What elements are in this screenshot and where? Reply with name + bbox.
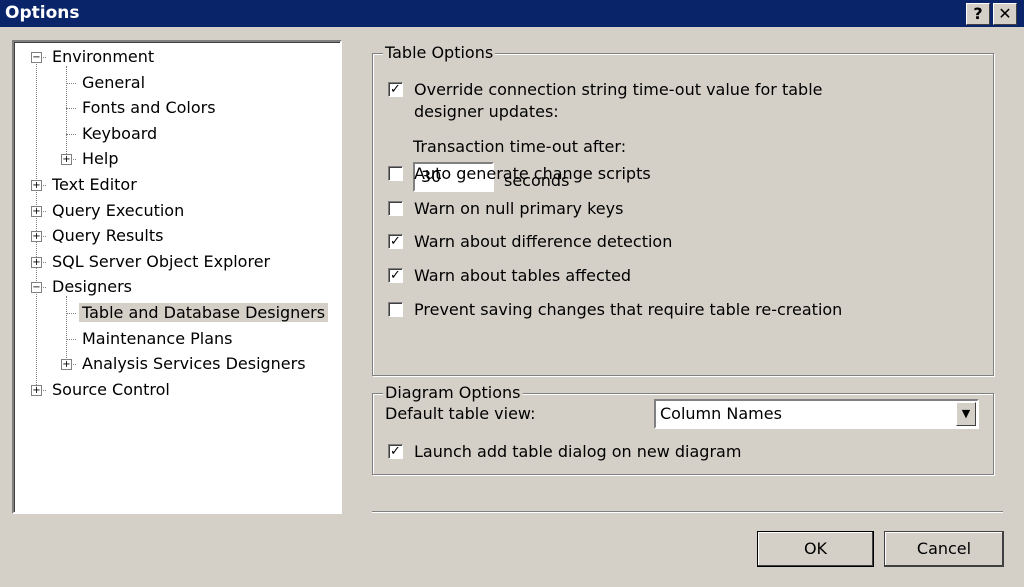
option-label: Warn about difference detection — [414, 232, 673, 251]
options-tree[interactable]: − Environment General Fonts and Colors Keybo… — [12, 40, 342, 514]
tree-item[interactable]: Text Editor — [52, 174, 137, 196]
tree-item[interactable]: General — [82, 72, 145, 94]
tree-item-label: SQL Server Object Explorer — [52, 251, 271, 271]
tree-item[interactable]: Source Control — [52, 379, 170, 401]
tree-item[interactable]: Maintenance Plans — [82, 328, 233, 350]
expand-icon[interactable]: + — [61, 154, 72, 166]
tree-item-label: Maintenance Plans — [82, 328, 233, 348]
tree-item-label: General — [82, 72, 146, 92]
override-timeout-label-2: designer updates: — [414, 102, 559, 121]
tree-item-label: Table and Database Designers — [79, 303, 329, 322]
tree-item-label: Query Execution — [52, 200, 185, 220]
tree-item[interactable]: Query Execution — [52, 200, 184, 222]
tree-line — [66, 296, 67, 366]
help-button[interactable]: ? — [966, 3, 990, 25]
expand-icon[interactable]: + — [31, 256, 42, 268]
option-label: Prevent saving changes that require tabl… — [414, 300, 843, 319]
ok-button[interactable]: OK — [757, 531, 874, 567]
collapse-icon[interactable]: − — [31, 52, 42, 63]
window-title: Options — [5, 3, 80, 23]
option-label: Auto generate change scripts — [414, 164, 651, 183]
tree-item[interactable]: Analysis Services Designers — [82, 353, 306, 375]
diagram-options-title: Diagram Options — [383, 383, 523, 402]
collapse-icon[interactable]: − — [31, 282, 42, 294]
chevron-down-icon[interactable]: ▼ — [956, 402, 976, 426]
option-label: Warn about tables affected — [414, 266, 632, 285]
option-checkbox[interactable] — [388, 201, 403, 216]
expand-icon[interactable]: + — [31, 180, 42, 191]
tree-line — [36, 64, 37, 387]
tree-item[interactable]: Designers — [52, 276, 132, 298]
tree-item-label: Analysis Services Designers — [82, 354, 306, 374]
default-view-select[interactable]: Column Names ▼ — [654, 399, 979, 429]
default-view-value: Column Names — [660, 404, 782, 423]
override-timeout-checkbox[interactable]: ✓ — [388, 82, 403, 97]
tree-line — [66, 66, 67, 156]
tree-item-label: Help — [82, 149, 119, 169]
tree-item[interactable]: Help — [82, 148, 118, 170]
check-icon: ✓ — [390, 82, 401, 97]
diagram-options-group: Diagram Options Default table view: Colu… — [372, 383, 994, 475]
launch-add-table-label: Launch add table dialog on new diagram — [414, 442, 742, 461]
tree-item[interactable]: Environment — [52, 46, 154, 68]
expand-icon[interactable]: + — [31, 205, 42, 217]
tree-item[interactable]: Table and Database Designers — [79, 302, 329, 324]
tree-item-label: Keyboard — [82, 123, 158, 143]
check-icon: ✓ — [390, 444, 401, 459]
tree-line — [66, 82, 76, 84]
tree-item[interactable]: Keyboard — [82, 123, 157, 145]
tree-item[interactable]: Fonts and Colors — [82, 97, 216, 119]
timeout-label: Transaction time-out after: — [413, 137, 627, 156]
option-checkbox[interactable] — [388, 302, 403, 317]
check-icon: ✓ — [390, 268, 401, 283]
override-timeout-label-1: Override connection string time-out valu… — [414, 80, 823, 99]
tree-item[interactable]: Query Results — [52, 225, 163, 247]
launch-add-table-checkbox[interactable]: ✓ — [388, 444, 403, 459]
tree-item[interactable]: SQL Server Object Explorer — [52, 251, 270, 273]
expand-icon[interactable]: + — [31, 231, 42, 243]
check-icon: ✓ — [390, 234, 401, 249]
tree-item-label: Designers — [52, 277, 132, 297]
title-bar: Options ? ✕ — [0, 0, 1024, 27]
tree-line — [66, 133, 76, 135]
tree-item-label: Query Results — [52, 226, 164, 246]
default-view-label: Default table view: — [385, 404, 536, 423]
expand-icon[interactable]: + — [31, 384, 42, 396]
table-options-title: Table Options — [383, 43, 496, 62]
separator — [372, 511, 1003, 513]
expand-icon[interactable]: + — [61, 359, 72, 371]
cancel-button[interactable]: Cancel — [884, 531, 1004, 567]
option-checkbox[interactable] — [388, 166, 403, 181]
option-checkbox[interactable]: ✓ — [388, 234, 403, 249]
tree-item-label: Text Editor — [52, 175, 137, 194]
option-label: Warn on null primary keys — [414, 199, 624, 218]
tree-line — [66, 338, 76, 340]
tree-item-label: Source Control — [52, 379, 170, 399]
close-button[interactable]: ✕ — [993, 3, 1017, 25]
tree-item-label: Fonts and Colors — [82, 98, 216, 118]
option-checkbox[interactable]: ✓ — [388, 268, 403, 283]
table-options-group: Table Options ✓ Override connection stri… — [372, 43, 994, 376]
tree-line — [66, 108, 76, 110]
tree-line — [66, 313, 76, 314]
tree-item-label: Environment — [52, 47, 155, 66]
